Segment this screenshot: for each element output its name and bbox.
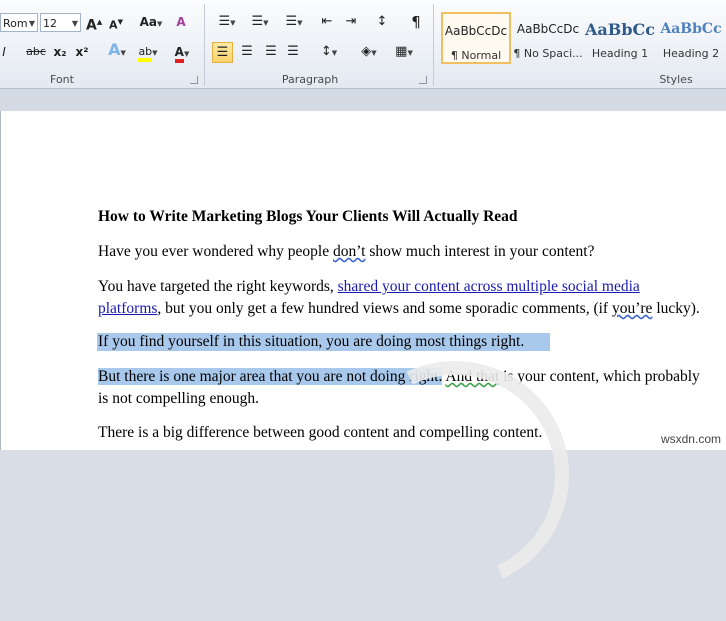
clear-formatting-button[interactable]: A: [172, 13, 190, 31]
document-page[interactable]: How to Write Marketing Blogs Your Client…: [0, 111, 726, 621]
align-center-icon: ☰: [241, 44, 253, 59]
show-formatting-button[interactable]: ¶: [408, 13, 424, 31]
text-run: is your content, which probably: [499, 368, 700, 385]
font-color-label: A: [174, 45, 184, 63]
text-effects-button[interactable]: A▼: [105, 41, 129, 59]
text-run: show much interest in your content?: [365, 243, 595, 260]
chevron-down-icon[interactable]: ▼: [29, 14, 35, 33]
paragraph-2-line-1: You have targeted the right keywords, sh…: [98, 278, 640, 296]
hyperlink[interactable]: platforms: [98, 300, 157, 317]
subscript-button[interactable]: x₂: [51, 43, 69, 61]
numbering-button[interactable]: ☰▼: [246, 13, 274, 31]
borders-button[interactable]: ▦▼: [390, 43, 418, 61]
sort-icon: ↕: [376, 14, 388, 29]
highlight-label: ab: [138, 45, 153, 62]
align-left-button[interactable]: ☰: [212, 42, 233, 63]
paragraph-3-selected: If you find yourself in this situation, …: [97, 333, 550, 351]
font-color-button[interactable]: A▼: [168, 43, 196, 63]
align-right-icon: ☰: [265, 44, 277, 59]
group-divider: [204, 4, 205, 86]
style-name: Heading 2: [662, 47, 720, 60]
text-run: enough.: [209, 390, 260, 407]
doc-title: How to Write Marketing Blogs Your Client…: [98, 208, 518, 225]
highlight-button[interactable]: ab▼: [134, 43, 162, 62]
font-size-combo[interactable]: 12 ▼: [40, 13, 81, 32]
multilevel-list-icon: ☰: [285, 14, 298, 29]
strikethrough-label: abc: [26, 45, 46, 58]
style-sample: AaBbCcDc: [516, 22, 580, 36]
superscript-label: x²: [75, 45, 89, 59]
text-run: don’t: [333, 243, 366, 260]
font-group-label: Font: [50, 73, 74, 86]
grow-font-label: A: [86, 17, 97, 34]
paragraph-1: Have you ever wondered why people don’t …: [98, 243, 594, 261]
strikethrough-button[interactable]: abc: [24, 43, 48, 61]
style-sample: AaBbCc: [585, 20, 655, 39]
italic-icon[interactable]: I: [0, 43, 8, 61]
bullets-button[interactable]: ☰▼: [213, 13, 241, 31]
style-sample: AaBbCcDc: [444, 24, 508, 38]
underline-icon[interactable]: [16, 43, 20, 61]
style-name: ¶ Normal: [450, 49, 502, 62]
styles-group-label: Styles: [659, 73, 693, 86]
text-run: , but you only get a few hundred views a…: [157, 300, 612, 317]
ruler-bar: [0, 89, 726, 111]
font-name-value: Rom: [3, 17, 28, 30]
superscript-button[interactable]: x²: [73, 43, 91, 61]
bullets-icon: ☰: [218, 14, 231, 29]
text-run: You have targeted the right keywords,: [98, 278, 338, 295]
decrease-indent-button[interactable]: ⇤: [318, 13, 336, 31]
decrease-indent-icon: ⇤: [321, 14, 333, 29]
line-spacing-icon: ↕: [320, 44, 332, 59]
paragraph-2-line-2: platforms, but you only get a few hundre…: [98, 300, 700, 318]
change-case-label: Aa: [139, 15, 157, 29]
shrink-font-label: A: [109, 18, 118, 32]
watermark-text: wsxdn.com: [660, 432, 721, 446]
justify-icon: ☰: [287, 44, 299, 59]
justify-button[interactable]: ☰: [284, 43, 302, 61]
borders-icon: ▦: [395, 44, 408, 59]
style-heading-1[interactable]: AaBbCc Heading 1: [585, 12, 655, 64]
text-run: lucky).: [652, 300, 700, 317]
subscript-label: x₂: [53, 45, 67, 59]
style-normal[interactable]: AaBbCcDc ¶ Normal: [441, 12, 511, 64]
font-name-combo[interactable]: Rom ▼: [0, 13, 38, 32]
align-center-button[interactable]: ☰: [238, 43, 256, 61]
increase-indent-button[interactable]: ⇥: [342, 13, 360, 31]
align-left-icon: ☰: [216, 45, 229, 60]
shading-bucket-icon: ◈: [361, 44, 372, 59]
group-divider: [433, 4, 434, 86]
paragraph-group-label: Paragraph: [281, 73, 339, 86]
change-case-button[interactable]: Aa▼: [138, 13, 164, 31]
text-run: you’re: [611, 300, 653, 317]
paragraph-4-line-2: is not compelling enough.: [98, 390, 259, 408]
line-spacing-button[interactable]: ↕▼: [315, 43, 343, 61]
style-sample: AaBbCc: [660, 21, 722, 37]
shading-button[interactable]: ◈▼: [355, 43, 383, 61]
style-no-spacing[interactable]: AaBbCcDc ¶ No Spaci...: [513, 12, 583, 64]
shrink-font-button[interactable]: A▼: [108, 13, 124, 32]
font-size-value: 12: [43, 17, 57, 30]
numbering-icon: ☰: [251, 14, 264, 29]
clear-formatting-label: A: [176, 15, 186, 29]
sort-button[interactable]: ↕: [374, 13, 390, 31]
multilevel-list-button[interactable]: ☰▼: [280, 13, 308, 31]
font-dialog-launcher-icon[interactable]: [190, 76, 198, 84]
text-run: is not compelling: [98, 390, 210, 407]
style-name: ¶ No Spaci...: [513, 47, 583, 60]
text-run: Have you ever wondered why people: [98, 243, 333, 260]
grow-font-button[interactable]: A▲: [86, 13, 102, 34]
text-effects-label: A: [108, 40, 121, 59]
increase-indent-icon: ⇥: [345, 14, 357, 29]
align-right-button[interactable]: ☰: [262, 43, 280, 61]
ribbon: Rom ▼ 12 ▼ A▲ A▼ Aa▼ A I abc x₂ x² A▼ ab▼ …: [0, 0, 726, 89]
paragraph-dialog-launcher-icon[interactable]: [419, 76, 427, 84]
style-name: Heading 1: [591, 47, 649, 60]
chevron-down-icon[interactable]: ▼: [72, 14, 78, 33]
style-heading-2[interactable]: AaBbCc Heading 2: [656, 12, 726, 64]
pilcrow-icon: ¶: [411, 13, 421, 31]
hyperlink[interactable]: shared your content across multiple soci…: [338, 278, 640, 295]
